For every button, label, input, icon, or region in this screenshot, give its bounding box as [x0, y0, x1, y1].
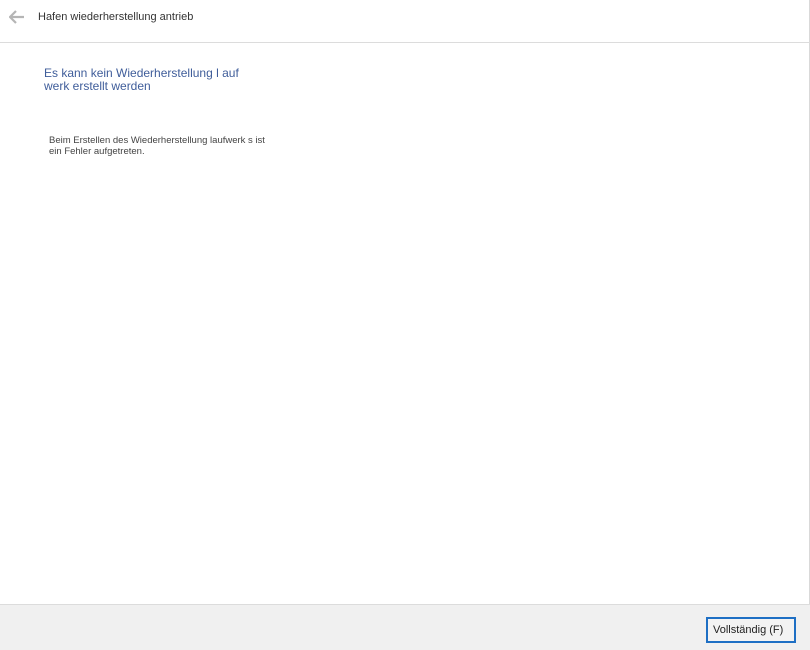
finish-button[interactable]: Vollständig (F) — [706, 617, 796, 643]
error-heading: Es kann kein Wiederherstellung l aufwerk… — [44, 66, 239, 93]
error-message: Beim Erstellen des Wiederherstellung lau… — [49, 135, 265, 157]
recovery-drive-wizard: Hafen wiederherstellung antrieb Es kann … — [0, 0, 810, 650]
title-bar: Hafen wiederherstellung antrieb — [0, 0, 810, 43]
arrow-left-icon — [9, 10, 24, 24]
back-button[interactable] — [6, 7, 28, 27]
footer-bar: Vollständig (F) — [0, 604, 810, 650]
window-title: Hafen wiederherstellung antrieb — [38, 11, 194, 23]
